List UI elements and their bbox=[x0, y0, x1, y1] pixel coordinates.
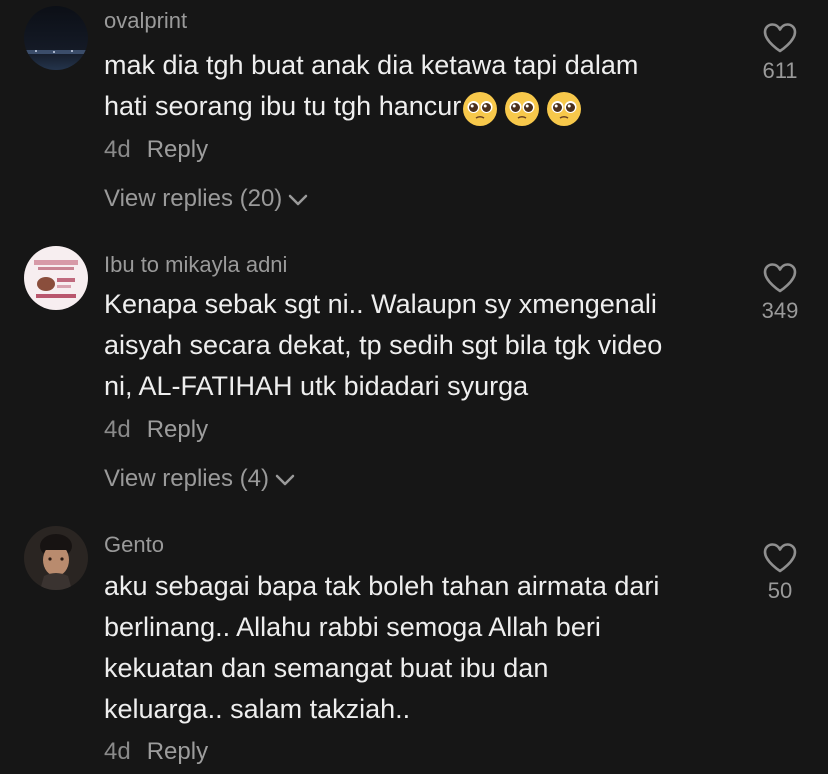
reply-button[interactable]: Reply bbox=[147, 738, 208, 765]
username[interactable]: ovalprint bbox=[104, 8, 187, 34]
comment-text: Kenapa sebak sgt ni.. Walaupn sy xmengen… bbox=[104, 284, 744, 407]
heart-icon bbox=[763, 263, 797, 293]
view-replies-label: View replies (4) bbox=[104, 465, 269, 492]
comment-meta: 4d Reply bbox=[104, 416, 208, 444]
avatar[interactable] bbox=[24, 246, 88, 310]
comment-meta: 4d Reply bbox=[104, 738, 208, 766]
emoji-group bbox=[462, 87, 588, 128]
comment-line: ni, AL-FATIHAH utk bidadari syurga bbox=[104, 371, 529, 401]
comment-line: mak dia tgh buat anak dia ketawa tapi da… bbox=[104, 50, 639, 80]
view-replies-button[interactable]: View replies (20) bbox=[104, 185, 308, 213]
like-button[interactable]: 611 bbox=[752, 22, 808, 84]
like-count: 349 bbox=[761, 298, 799, 323]
username[interactable]: Ibu to mikayla adni bbox=[104, 252, 287, 278]
like-count: 50 bbox=[767, 578, 793, 603]
username[interactable]: Gento bbox=[104, 532, 164, 558]
comment-line: berlinang.. Allahu rabbi semoga Allah be… bbox=[104, 612, 601, 642]
pleading-face-icon bbox=[505, 92, 540, 127]
comment-meta: 4d Reply bbox=[104, 136, 208, 164]
avatar[interactable] bbox=[24, 6, 88, 70]
like-button[interactable]: 50 bbox=[752, 542, 808, 604]
heart-icon bbox=[763, 23, 797, 53]
like-count: 611 bbox=[762, 58, 798, 83]
comment-time: 4d bbox=[104, 416, 131, 443]
chevron-down-icon bbox=[275, 474, 295, 485]
comment-line: hati seorang ibu tu tgh hancur bbox=[104, 86, 744, 127]
comment-line: aisyah secara dekat, tp sedih sgt bila t… bbox=[104, 330, 663, 360]
comment-line: aku sebagai bapa tak boleh tahan airmata… bbox=[104, 571, 660, 601]
avatar[interactable] bbox=[24, 526, 88, 590]
reply-button[interactable]: Reply bbox=[147, 416, 208, 443]
comment-text: mak dia tgh buat anak dia ketawa tapi da… bbox=[104, 45, 744, 127]
comment-line: Kenapa sebak sgt ni.. Walaupn sy xmengen… bbox=[104, 289, 657, 319]
like-button[interactable]: 349 bbox=[752, 262, 808, 324]
heart-icon bbox=[763, 543, 797, 573]
comment-list: ovalprint mak dia tgh buat anak dia keta… bbox=[0, 0, 828, 774]
view-replies-label: View replies (20) bbox=[104, 185, 283, 212]
comment-line: keluarga.. salam takziah.. bbox=[104, 694, 411, 724]
reply-button[interactable]: Reply bbox=[147, 136, 208, 163]
pleading-face-icon bbox=[463, 92, 498, 127]
chevron-down-icon bbox=[289, 194, 308, 205]
view-replies-button[interactable]: View replies (4) bbox=[104, 465, 295, 493]
pleading-face-icon bbox=[547, 92, 582, 127]
comment-line: kekuatan dan semangat buat ibu dan bbox=[104, 653, 549, 683]
comment-text: aku sebagai bapa tak boleh tahan airmata… bbox=[104, 566, 744, 730]
comment-time: 4d bbox=[104, 738, 131, 765]
comment-time: 4d bbox=[104, 136, 131, 163]
